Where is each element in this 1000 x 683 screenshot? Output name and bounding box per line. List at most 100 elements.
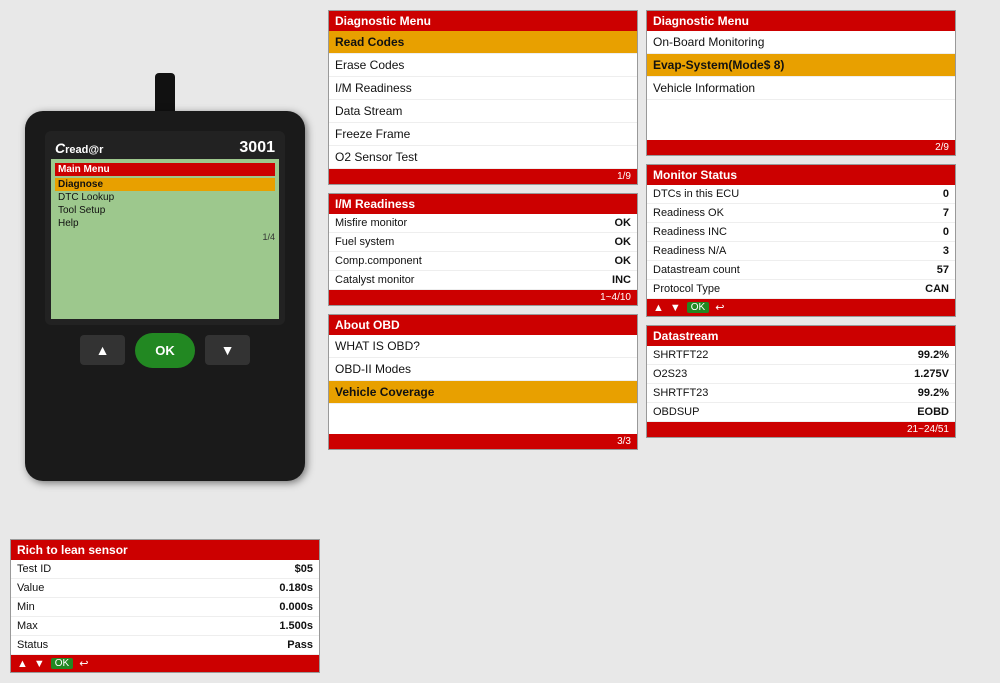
im-label-fuel: Fuel system xyxy=(335,236,394,248)
diagnostic-menu-2-title: Diagnostic Menu xyxy=(647,11,955,31)
diagnostic-menu-2-panel: Diagnostic Menu On-Board Monitoring Evap… xyxy=(646,10,956,156)
ms-footer-down[interactable]: ▼ xyxy=(670,302,681,314)
ds-value-o2s23: 1.275V xyxy=(914,368,949,380)
rls-footer-up[interactable]: ▲ xyxy=(17,658,28,670)
nav-button-down[interactable]: ▼ xyxy=(205,335,250,365)
rls-value-value: 0.180s xyxy=(279,582,313,594)
ms-value-na: 3 xyxy=(943,245,949,257)
ms-row-datastream: Datastream count 57 xyxy=(647,261,955,280)
rls-label-min: Min xyxy=(17,601,35,613)
brand-model: 3001 xyxy=(239,139,275,157)
rls-value-status: Pass xyxy=(287,639,313,651)
rls-row-min: Min 0.000s xyxy=(11,598,319,617)
ok-button[interactable]: OK xyxy=(135,333,195,368)
diag1-item-o2sensor[interactable]: O2 Sensor Test xyxy=(329,146,637,169)
ms-footer: ▲ ▼ OK ↩ xyxy=(647,299,955,316)
rls-footer: ▲ ▼ OK ↩ xyxy=(11,655,319,672)
ms-footer-up[interactable]: ▲ xyxy=(653,302,664,314)
diag1-item-readcodes[interactable]: Read Codes xyxy=(329,31,637,54)
ms-row-na: Readiness N/A 3 xyxy=(647,242,955,261)
device-menu-item-help[interactable]: Help xyxy=(55,217,275,230)
ms-footer-back[interactable]: ↩ xyxy=(715,301,724,314)
ds-value-obdsup: EOBD xyxy=(917,406,949,418)
rls-row-max: Max 1.500s xyxy=(11,617,319,636)
diag2-item-onboard[interactable]: On-Board Monitoring xyxy=(647,31,955,54)
diag2-item-evap[interactable]: Evap-System(Mode$ 8) xyxy=(647,54,955,77)
im-value-misfire: OK xyxy=(615,217,632,229)
rls-footer-down[interactable]: ▼ xyxy=(34,658,45,670)
about-obd-item-modes[interactable]: OBD-II Modes xyxy=(329,358,637,381)
device-cable xyxy=(155,73,175,113)
diag1-item-erasecodes[interactable]: Erase Codes xyxy=(329,54,637,77)
diag1-item-freezeframe[interactable]: Freeze Frame xyxy=(329,123,637,146)
about-obd-panel: About OBD WHAT IS OBD? OBD-II Modes Vehi… xyxy=(328,314,638,450)
ds-label-o2s23: O2S23 xyxy=(653,368,687,380)
diag2-footer: 2/9 xyxy=(647,140,955,155)
device-brand: Cread@r 3001 xyxy=(51,137,279,159)
ms-row-inc: Readiness INC 0 xyxy=(647,223,955,242)
rls-row-value: Value 0.180s xyxy=(11,579,319,598)
ms-value-ok: 7 xyxy=(943,207,949,219)
diag1-item-datastream[interactable]: Data Stream xyxy=(329,100,637,123)
ds-label-shrtft23: SHRTFT23 xyxy=(653,387,708,399)
ds-row-shrtft23: SHRTFT23 99.2% xyxy=(647,384,955,403)
im-row-comp: Comp.component OK xyxy=(329,252,637,271)
ds-row-shrtft22: SHRTFT22 99.2% xyxy=(647,346,955,365)
im-label-comp: Comp.component xyxy=(335,255,422,267)
im-label-catalyst: Catalyst monitor xyxy=(335,274,414,286)
rls-label-max: Max xyxy=(17,620,38,632)
ds-row-obdsup: OBDSUP EOBD xyxy=(647,403,955,422)
rls-footer-back[interactable]: ↩ xyxy=(79,657,88,670)
about-obd-title: About OBD xyxy=(329,315,637,335)
rls-row-status: Status Pass xyxy=(11,636,319,655)
im-readiness-panel: I/M Readiness Misfire monitor OK Fuel sy… xyxy=(328,193,638,306)
im-readiness-title: I/M Readiness xyxy=(329,194,637,214)
rls-row-testid: Test ID $05 xyxy=(11,560,319,579)
about-obd-item-whatis[interactable]: WHAT IS OBD? xyxy=(329,335,637,358)
ms-row-ok: Readiness OK 7 xyxy=(647,204,955,223)
about-obd-item-coverage[interactable]: Vehicle Coverage xyxy=(329,381,637,404)
ms-footer-ok[interactable]: OK xyxy=(687,302,709,313)
ds-label-shrtft22: SHRTFT22 xyxy=(653,349,708,361)
ms-value-inc: 0 xyxy=(943,226,949,238)
im-row-catalyst: Catalyst monitor INC xyxy=(329,271,637,290)
ms-value-protocol: CAN xyxy=(925,283,949,295)
brand-reader: read@r xyxy=(65,144,103,156)
ms-label-protocol: Protocol Type xyxy=(653,283,720,295)
device-screen: Main Menu Diagnose DTC Lookup Tool Setup… xyxy=(51,159,279,319)
rls-label-status: Status xyxy=(17,639,48,651)
ds-value-shrtft23: 99.2% xyxy=(918,387,949,399)
ms-label-dtcs: DTCs in this ECU xyxy=(653,188,739,200)
ms-label-na: Readiness N/A xyxy=(653,245,726,257)
device-menu-item-diagnose[interactable]: Diagnose xyxy=(55,178,275,191)
rls-label-testid: Test ID xyxy=(17,563,51,575)
nav-button-up[interactable]: ▲ xyxy=(80,335,125,365)
about-obd-footer: 3/3 xyxy=(329,434,637,449)
monitor-status-title: Monitor Status xyxy=(647,165,955,185)
ds-footer: 21~24/51 xyxy=(647,422,955,437)
im-footer: 1~4/10 xyxy=(329,290,637,305)
ms-label-datastream: Datastream count xyxy=(653,264,740,276)
diag1-item-imreadiness[interactable]: I/M Readiness xyxy=(329,77,637,100)
ds-label-obdsup: OBDSUP xyxy=(653,406,699,418)
im-value-fuel: OK xyxy=(615,236,632,248)
rls-label-value: Value xyxy=(17,582,44,594)
diag2-item-vehicle[interactable]: Vehicle Information xyxy=(647,77,955,100)
rls-footer-ok[interactable]: OK xyxy=(51,658,73,669)
datastream-title: Datastream xyxy=(647,326,955,346)
im-value-comp: OK xyxy=(615,255,632,267)
monitor-status-panel: Monitor Status DTCs in this ECU 0 Readin… xyxy=(646,164,956,317)
im-label-misfire: Misfire monitor xyxy=(335,217,407,229)
ms-label-ok: Readiness OK xyxy=(653,207,724,219)
device-menu-item-tool[interactable]: Tool Setup xyxy=(55,204,275,217)
device-menu-title: Main Menu xyxy=(55,163,275,176)
rich-to-lean-title: Rich to lean sensor xyxy=(11,540,319,560)
rls-value-max: 1.500s xyxy=(279,620,313,632)
ms-label-inc: Readiness INC xyxy=(653,226,727,238)
ms-value-datastream: 57 xyxy=(937,264,949,276)
ms-value-dtcs: 0 xyxy=(943,188,949,200)
device: Cread@r 3001 Main Menu Diagnose DTC Look… xyxy=(25,111,305,481)
im-value-catalyst: INC xyxy=(612,274,631,286)
device-buttons: ▲ OK ▼ xyxy=(80,333,250,368)
device-menu-item-dtc[interactable]: DTC Lookup xyxy=(55,191,275,204)
